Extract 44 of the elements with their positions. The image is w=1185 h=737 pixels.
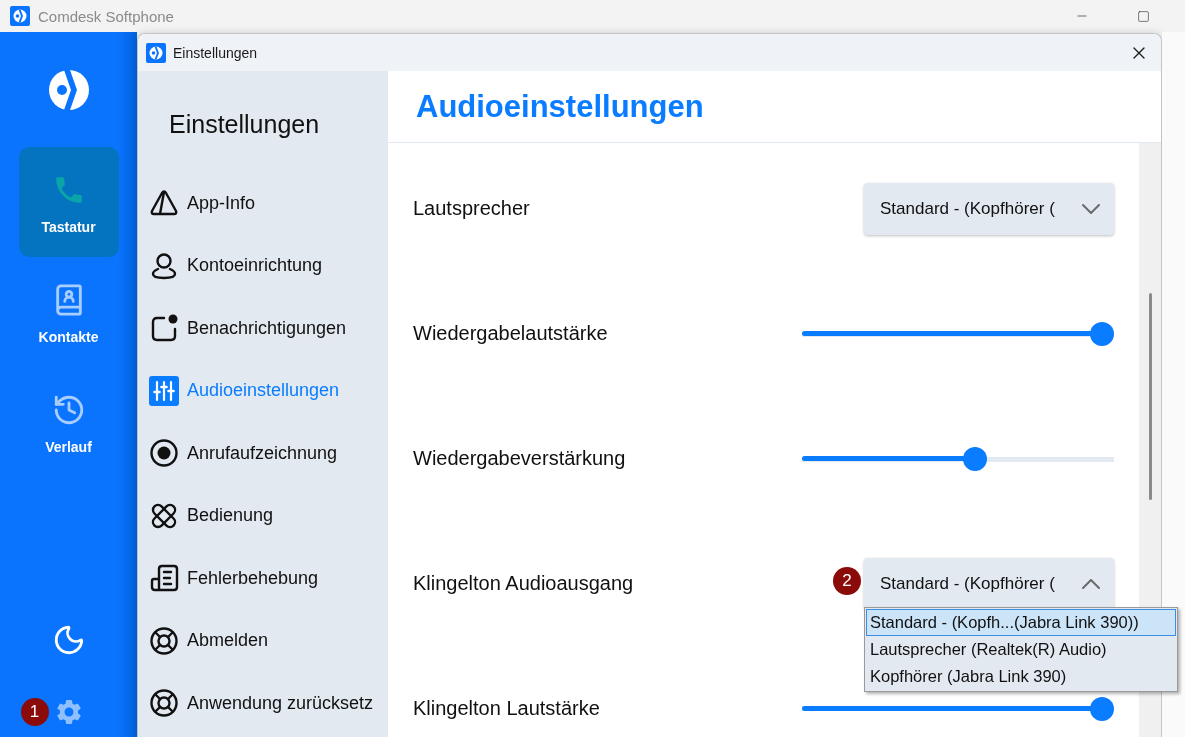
step-marker: 2 (833, 566, 861, 595)
logo-icon (48, 70, 89, 110)
app-icon (146, 42, 166, 63)
document-icon (149, 563, 179, 594)
dropdown-option[interactable]: Lautsprecher (Realtek(R) Audio) (866, 635, 1176, 663)
window-title: Comdesk Softphone (38, 7, 174, 25)
settings-nav-item[interactable]: Fehlerbehebung (138, 547, 388, 610)
chevron-down-icon (1082, 203, 1100, 214)
setting-label: Lautsprecher (413, 197, 530, 220)
user-icon (149, 250, 179, 281)
settings-nav-item[interactable]: Bedienung (138, 484, 388, 547)
slider-thumb[interactable] (1090, 321, 1114, 346)
record-icon (149, 438, 179, 469)
setting-label: Klingelton Lautstärke (413, 697, 600, 720)
slider-thumb[interactable] (1090, 696, 1114, 721)
setting-label: Wiedergabeverstärkung (413, 447, 626, 470)
settings-nav-item[interactable]: App-Info (138, 172, 388, 235)
page-title: Audioeinstellungen (416, 88, 704, 125)
setting-label: Wiedergabelautstärke (413, 322, 608, 345)
settings-nav-item[interactable]: Anrufaufzeichnung (138, 422, 388, 485)
scrollbar-thumb[interactable] (1149, 293, 1152, 500)
lifebuoy-icon (149, 688, 179, 719)
nav-heading: Einstellungen (168, 109, 321, 140)
device-select[interactable]: Standard - (Kopfhörer ( (864, 557, 1114, 610)
device-select[interactable]: Standard - (Kopfhörer ( (864, 182, 1114, 235)
dropdown-option[interactable]: Kopfhörer (Jabra Link 390) (866, 662, 1176, 690)
sidebar-tab[interactable]: Verlauf (18, 367, 119, 477)
maximize-icon (1136, 9, 1150, 23)
sidebar-tab[interactable]: Kontakte (18, 257, 119, 367)
slider-thumb[interactable] (963, 446, 988, 471)
sidebar-tab[interactable]: Tastatur (18, 147, 119, 257)
settings-nav-item[interactable]: Kontoeinrichtung (138, 234, 388, 297)
lifebuoy-icon (149, 625, 179, 656)
app-icon (10, 6, 30, 26)
dropdown-option[interactable]: Standard - (Kopfh...(Jabra Link 390)) (866, 608, 1176, 636)
notification-icon (149, 313, 179, 344)
settings-nav-item[interactable]: Abmelden (138, 609, 388, 672)
setting-label: Klingelton Audioausgang (413, 572, 634, 595)
chevron-up-icon (1082, 578, 1100, 589)
sliders-icon (149, 375, 179, 406)
step-marker: 1 (20, 698, 49, 726)
settings-nav-item[interactable]: Anwendung zurücksetz (138, 672, 388, 735)
settings-nav-item[interactable]: Benachrichtigungen (138, 297, 388, 360)
dialog-title: Einstellungen (173, 44, 258, 61)
